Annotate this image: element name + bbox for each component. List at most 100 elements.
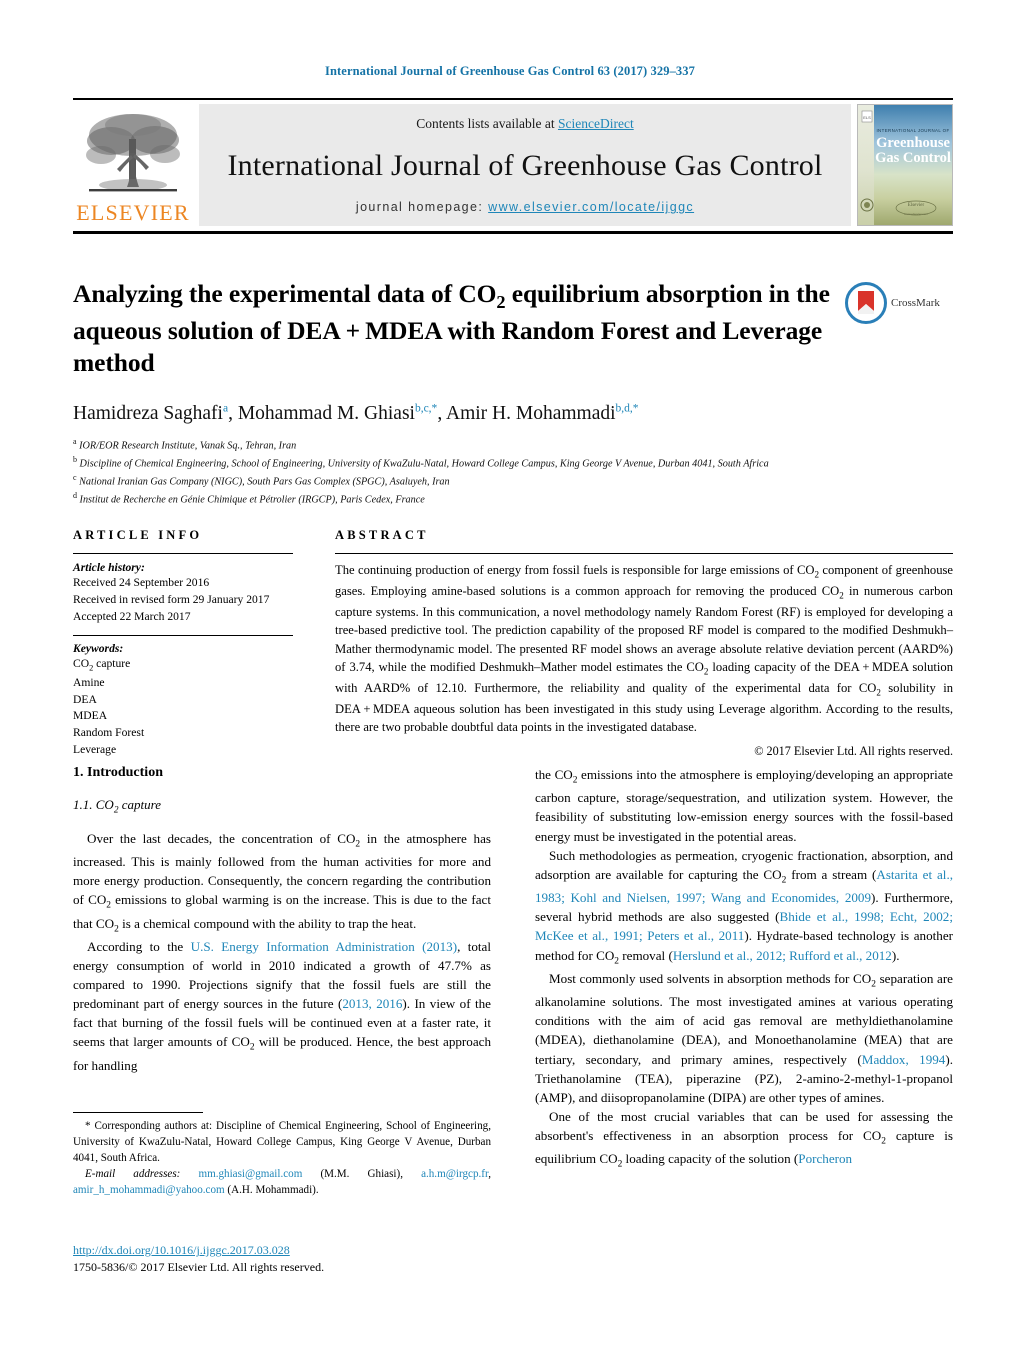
affiliation-text: IOR/EOR Research Institute, Vanak Sq., T…	[79, 440, 297, 452]
citation-link[interactable]: Bhide et al., 1998; Echt, 2002; McKee et…	[535, 909, 953, 943]
article-info-heading: ARTICLE INFO	[73, 528, 203, 542]
masthead-top-rule	[73, 98, 953, 100]
keyword-item: Amine	[73, 675, 105, 689]
article-history-item: Received 24 September 2016	[73, 576, 210, 589]
article-info-column: ARTICLE INFO Article history: Received 2…	[73, 528, 293, 759]
keyword-item: Leverage	[73, 743, 117, 756]
affiliation-mark: d	[73, 490, 77, 500]
svg-text:www.elsevier.com: www.elsevier.com	[904, 212, 928, 216]
journal-masthead: ELSEVIER Contents lists available at Sci…	[73, 98, 953, 234]
keyword-item: CO2 capture	[73, 657, 131, 673]
paragraph: Such methodologies as permeation, cryoge…	[535, 847, 954, 967]
citation-link[interactable]: U.S. Energy Information Administration (…	[191, 939, 457, 954]
abstract-copyright: © 2017 Elsevier Ltd. All rights reserved…	[754, 743, 953, 758]
author-affiliation-marks[interactable]: a	[223, 402, 228, 414]
citation-link[interactable]: Astarita et al., 1983; Kohl and Nielsen,…	[535, 867, 953, 905]
journal-band: Contents lists available at ScienceDirec…	[199, 104, 851, 226]
page-title: Analyzing the experimental data of CO2 e…	[73, 279, 830, 378]
email-link[interactable]: mm.ghiasi@gmail.com	[198, 1168, 302, 1180]
email-addresses-note: E-mail addresses: mm.ghiasi@gmail.com (M…	[73, 1167, 492, 1196]
abstract-heading: ABSTRACT	[335, 528, 429, 542]
author-name: Mohammad M. Ghiasi	[237, 402, 415, 424]
author-name: Hamidreza Saghafi	[73, 402, 223, 424]
email-link[interactable]: a.h.m@irgcp.fr	[421, 1168, 488, 1180]
svg-text:INTERNATIONAL JOURNAL OF: INTERNATIONAL JOURNAL OF	[876, 128, 949, 133]
journal-homepage-line: journal homepage: www.elsevier.com/locat…	[356, 200, 694, 214]
footnote-block: * Corresponding authors at: Discipline o…	[73, 1112, 491, 1199]
crossmark-label: CrossMark	[891, 297, 940, 309]
abstract-rule	[335, 553, 953, 554]
paragraph: Over the last decades, the concentration…	[73, 830, 492, 935]
article-info-rule	[73, 553, 293, 554]
abstract-text: The continuing production of energy from…	[335, 563, 954, 735]
contents-prefix: Contents lists available at	[416, 116, 558, 131]
keywords-label: Keywords:	[73, 642, 124, 656]
keyword-item: DEA	[73, 692, 97, 706]
article-history-item: Accepted 22 March 2017	[73, 609, 191, 623]
paper-page: International Journal of Greenhouse Gas …	[0, 0, 1020, 1351]
affiliation-mark: a	[73, 437, 77, 447]
svg-text:ELS: ELS	[863, 115, 871, 120]
email-owner: (A.H. Mohammadi).	[227, 1183, 319, 1196]
corresponding-author-note: * Corresponding authors at: Discipline o…	[73, 1120, 491, 1164]
affiliation-text: Institut de Recherche en Génie Chimique …	[79, 494, 425, 506]
sciencedirect-link[interactable]: ScienceDirect	[558, 116, 634, 131]
paragraph-text: According to the	[87, 938, 191, 954]
citation-link[interactable]: Herslund et al., 2012; Rufford et al., 2…	[673, 948, 892, 963]
affiliation-item: a IOR/EOR Research Institute, Vanak Sq.,…	[73, 436, 953, 454]
author-affiliation-marks[interactable]: b,c,*	[415, 402, 437, 414]
abstract-column: ABSTRACT The continuing production of en…	[335, 528, 953, 759]
keywords-rule	[73, 635, 293, 637]
author-list: Hamidreza Saghafia, Mohammad M. Ghiasib,…	[73, 402, 639, 424]
journal-homepage-link[interactable]: www.elsevier.com/locate/ijggc	[488, 200, 694, 214]
author-affiliation-marks[interactable]: b,d,*	[616, 402, 639, 414]
svg-text:Gas Control: Gas Control	[875, 150, 951, 166]
crossmark-icon	[845, 282, 887, 324]
affiliation-item: d Institut de Recherche en Génie Chimiqu…	[73, 490, 953, 508]
affiliation-text: Discipline of Chemical Engineering, Scho…	[79, 458, 769, 470]
subsection-heading-co2-capture: 1.1. CO2 capture	[73, 797, 161, 816]
footnote-rule	[73, 1112, 203, 1113]
affiliation-item: c National Iranian Gas Company (NIGC), S…	[73, 472, 953, 490]
homepage-prefix: journal homepage:	[355, 200, 484, 214]
svg-text:Elsevier: Elsevier	[908, 203, 925, 208]
svg-text:Greenhouse: Greenhouse	[876, 135, 950, 151]
citation-link[interactable]: Maddox, 1994	[862, 1052, 946, 1067]
article-history-item: Received in revised form 29 January 2017	[73, 592, 270, 606]
journal-cover-thumbnail: ELS INTERNATIONAL JOURNAL OF Greenhouse …	[857, 104, 953, 226]
section-heading-introduction: 1. Introduction	[73, 765, 163, 780]
affiliation-mark: b	[73, 455, 77, 465]
affiliation-text: National Iranian Gas Company (NIGC), Sou…	[79, 476, 450, 488]
contents-available-line: Contents lists available at ScienceDirec…	[416, 116, 633, 132]
paragraph: Most commonly used solvents in absorptio…	[535, 970, 953, 1105]
affiliation-item: b Discipline of Chemical Engineering, Sc…	[73, 454, 953, 472]
doi-link[interactable]: http://dx.doi.org/10.1016/j.ijggc.2017.0…	[73, 1243, 491, 1258]
elsevier-logo: ELSEVIER	[73, 104, 193, 226]
info-abstract-region: ARTICLE INFO Article history: Received 2…	[73, 528, 953, 759]
article-history-label: Article history:	[73, 561, 145, 574]
body-column-right: the CO2 emissions into the atmosphere is…	[535, 765, 953, 1173]
crossmark-badge[interactable]: CrossMark	[845, 282, 953, 324]
citation-link[interactable]: 2013, 2016	[342, 996, 402, 1011]
paragraph: One of the most crucial variables that c…	[535, 1108, 953, 1171]
elsevier-wordmark: ELSEVIER	[76, 200, 190, 225]
keyword-item: MDEA	[73, 709, 108, 723]
email-link[interactable]: amir_h_mohammadi@yahoo.com	[73, 1184, 225, 1196]
paragraph: the CO2 emissions into the atmosphere is…	[535, 767, 953, 844]
email-addresses-label: E-mail addresses:	[85, 1167, 181, 1180]
citation-link[interactable]: Porcheron	[798, 1151, 852, 1166]
masthead-bottom-rule	[73, 231, 953, 234]
journal-title: International Journal of Greenhouse Gas …	[227, 149, 823, 182]
doi-block: http://dx.doi.org/10.1016/j.ijggc.2017.0…	[73, 1243, 491, 1275]
title-block: Analyzing the experimental data of CO2 e…	[73, 278, 953, 508]
journal-cover-art: ELS INTERNATIONAL JOURNAL OF Greenhouse …	[858, 105, 952, 225]
affiliation-mark: c	[73, 472, 77, 482]
issn-copyright-line: 1750-5836/© 2017 Elsevier Ltd. All right…	[73, 1260, 325, 1274]
keyword-item: Random Forest	[73, 726, 145, 740]
paragraph: According to the U.S. Energy Information…	[73, 938, 492, 1073]
author-name: Amir H. Mohammadi	[446, 402, 616, 424]
email-owner: (M.M. Ghiasi)	[320, 1167, 401, 1180]
affiliation-list: a IOR/EOR Research Institute, Vanak Sq.,…	[73, 436, 953, 508]
elsevier-tree-icon	[86, 114, 180, 192]
running-head: International Journal of Greenhouse Gas …	[325, 64, 695, 78]
